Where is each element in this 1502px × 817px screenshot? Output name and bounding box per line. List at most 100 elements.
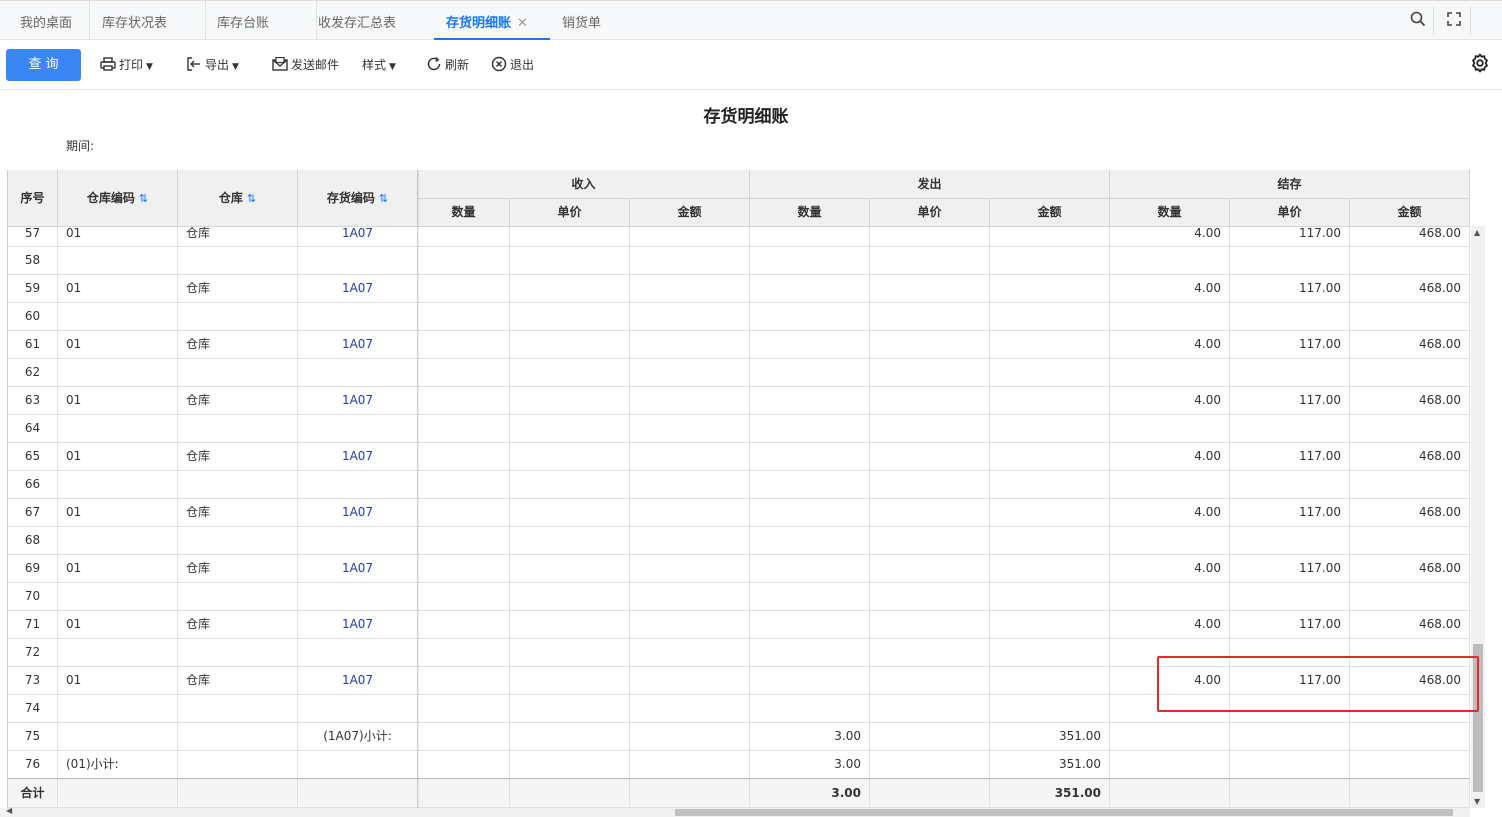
cell-item[interactable]: 1A07 [298,387,418,414]
horizontal-scroll-thumb[interactable] [675,809,1453,816]
tab-3[interactable]: 库存台账 [205,1,317,40]
table-row[interactable]: 70 [8,583,1470,611]
cell-out-amt [990,471,1110,498]
cell-item[interactable]: 1A07 [298,331,418,358]
cell-in-qty [418,359,510,386]
total-out-amount: 351.00 [990,779,1110,808]
cell-bal-amt [1350,583,1470,610]
exit-button[interactable]: 退出 [491,55,534,75]
cell-out-price [870,387,990,414]
col-group-in: 收入 [418,170,750,199]
cell-seq: 61 [8,331,58,358]
tab-2[interactable]: 库存状况表 [90,1,206,40]
table-row[interactable]: 69 01 仓库 1A07 4.00 117.00 468.00 [8,555,1470,583]
cell-seq: 76 [8,751,58,778]
vertical-scrollbar[interactable]: ▲ ▼ [1471,226,1485,808]
cell-out-amt [990,527,1110,554]
refresh-button[interactable]: 刷新 [426,55,469,75]
table-row[interactable]: 59 01 仓库 1A07 4.00 117.00 468.00 [8,275,1470,303]
cell-bal-qty: 4.00 [1110,499,1230,526]
sort-icon[interactable]: ⇅ [139,192,148,205]
cell-in-qty [418,331,510,358]
scroll-up-icon[interactable]: ▲ [1474,228,1480,237]
query-button[interactable]: 查 询 [6,49,81,81]
cell-wh: 仓库 [178,387,298,414]
cell-in-amt [630,611,750,638]
table-row[interactable]: 71 01 仓库 1A07 4.00 117.00 468.00 [8,611,1470,639]
col-header-warehouse-code[interactable]: 仓库编码 ⇅ [58,170,178,227]
horizontal-scrollbar[interactable]: ◀ [0,806,1470,817]
table-row[interactable]: 60 [8,303,1470,331]
cell-out-price [870,227,990,246]
cell-item[interactable]: 1A07 [298,555,418,582]
cell-in-amt [630,443,750,470]
cell-item[interactable]: 1A07 [298,667,418,694]
print-button[interactable]: 打印 ▼ [100,55,153,75]
table-row[interactable]: 62 [8,359,1470,387]
cell-in-price [510,331,630,358]
table-row[interactable]: 68 [8,527,1470,555]
cell-item [298,639,418,666]
table-row[interactable]: 75 (1A07)小计: 3.00 351.00 [8,723,1470,751]
cell-bal-price [1230,471,1350,498]
send-email-button[interactable]: 发送邮件 [272,55,339,75]
cell-in-amt [630,555,750,582]
cell-in-amt [630,331,750,358]
tab-5[interactable]: 存货明细账 ✕ [434,1,550,40]
table-row[interactable]: 76 (01)小计: 3.00 351.00 [8,751,1470,779]
export-button[interactable]: 导出 ▼ [186,55,239,75]
table-row[interactable]: 64 [8,415,1470,443]
cell-item[interactable]: 1A07 [298,275,418,302]
cell-bal-price: 117.00 [1230,331,1350,358]
sort-icon[interactable]: ⇅ [379,192,388,205]
table-row[interactable]: 58 [8,247,1470,275]
search-icon[interactable] [1408,11,1428,31]
table-row[interactable]: 65 01 仓库 1A07 4.00 117.00 468.00 [8,443,1470,471]
cell-in-amt [630,583,750,610]
cell-bal-qty: 4.00 [1110,227,1230,246]
cell-wh-code: 01 [58,611,178,638]
cell-wh-code: 01 [58,387,178,414]
scroll-left-icon[interactable]: ◀ [6,806,12,815]
tab-1[interactable]: 我的桌面 [8,1,90,40]
sort-icon[interactable]: ⇅ [247,192,256,205]
cell-bal-amt [1350,527,1470,554]
cell-item[interactable]: 1A07 [298,443,418,470]
cell-in-qty [418,639,510,666]
cell-in-amt [630,499,750,526]
table-row[interactable]: 67 01 仓库 1A07 4.00 117.00 468.00 [8,499,1470,527]
cell-bal-price [1230,303,1350,330]
cell-in-price [510,275,630,302]
cell-in-amt [630,415,750,442]
table-row[interactable]: 63 01 仓库 1A07 4.00 117.00 468.00 [8,387,1470,415]
table-row[interactable]: 66 [8,471,1470,499]
cell-out-amt [990,499,1110,526]
col-header-item-code[interactable]: 存货编码 ⇅ [298,170,418,227]
cell-item[interactable]: 1A07 [298,227,418,246]
cell-in-price [510,387,630,414]
tab-label: 库存状况表 [102,16,168,31]
col-header-warehouse[interactable]: 仓库 ⇅ [178,170,298,227]
cell-out-amt [990,667,1110,694]
cell-wh-code [58,639,178,666]
cell-item[interactable]: 1A07 [298,499,418,526]
gear-icon[interactable] [1470,53,1490,78]
tab-6[interactable]: 销货单 [550,1,616,40]
cell-out-qty [750,303,870,330]
tab-4[interactable]: 收发存汇总表 [306,1,430,40]
col-group-balance: 结存 [1110,170,1470,199]
cell-bal-amt: 468.00 [1350,499,1470,526]
close-icon[interactable]: ✕ [517,16,528,31]
style-dropdown[interactable]: 样式 ▼ [362,55,396,75]
cell-out-amt [990,359,1110,386]
cell-item[interactable]: 1A07 [298,611,418,638]
scroll-down-icon[interactable]: ▼ [1474,797,1480,806]
cell-bal-amt: 468.00 [1350,611,1470,638]
fullscreen-icon[interactable] [1444,11,1464,31]
cell-in-amt [630,387,750,414]
table-row[interactable]: 61 01 仓库 1A07 4.00 117.00 468.00 [8,331,1470,359]
cell-out-qty [750,275,870,302]
table-row[interactable]: 57 01 仓库 1A07 4.00 117.00 468.00 [8,227,1470,247]
print-label: 打印 [119,58,144,72]
cell-wh: 仓库 [178,611,298,638]
